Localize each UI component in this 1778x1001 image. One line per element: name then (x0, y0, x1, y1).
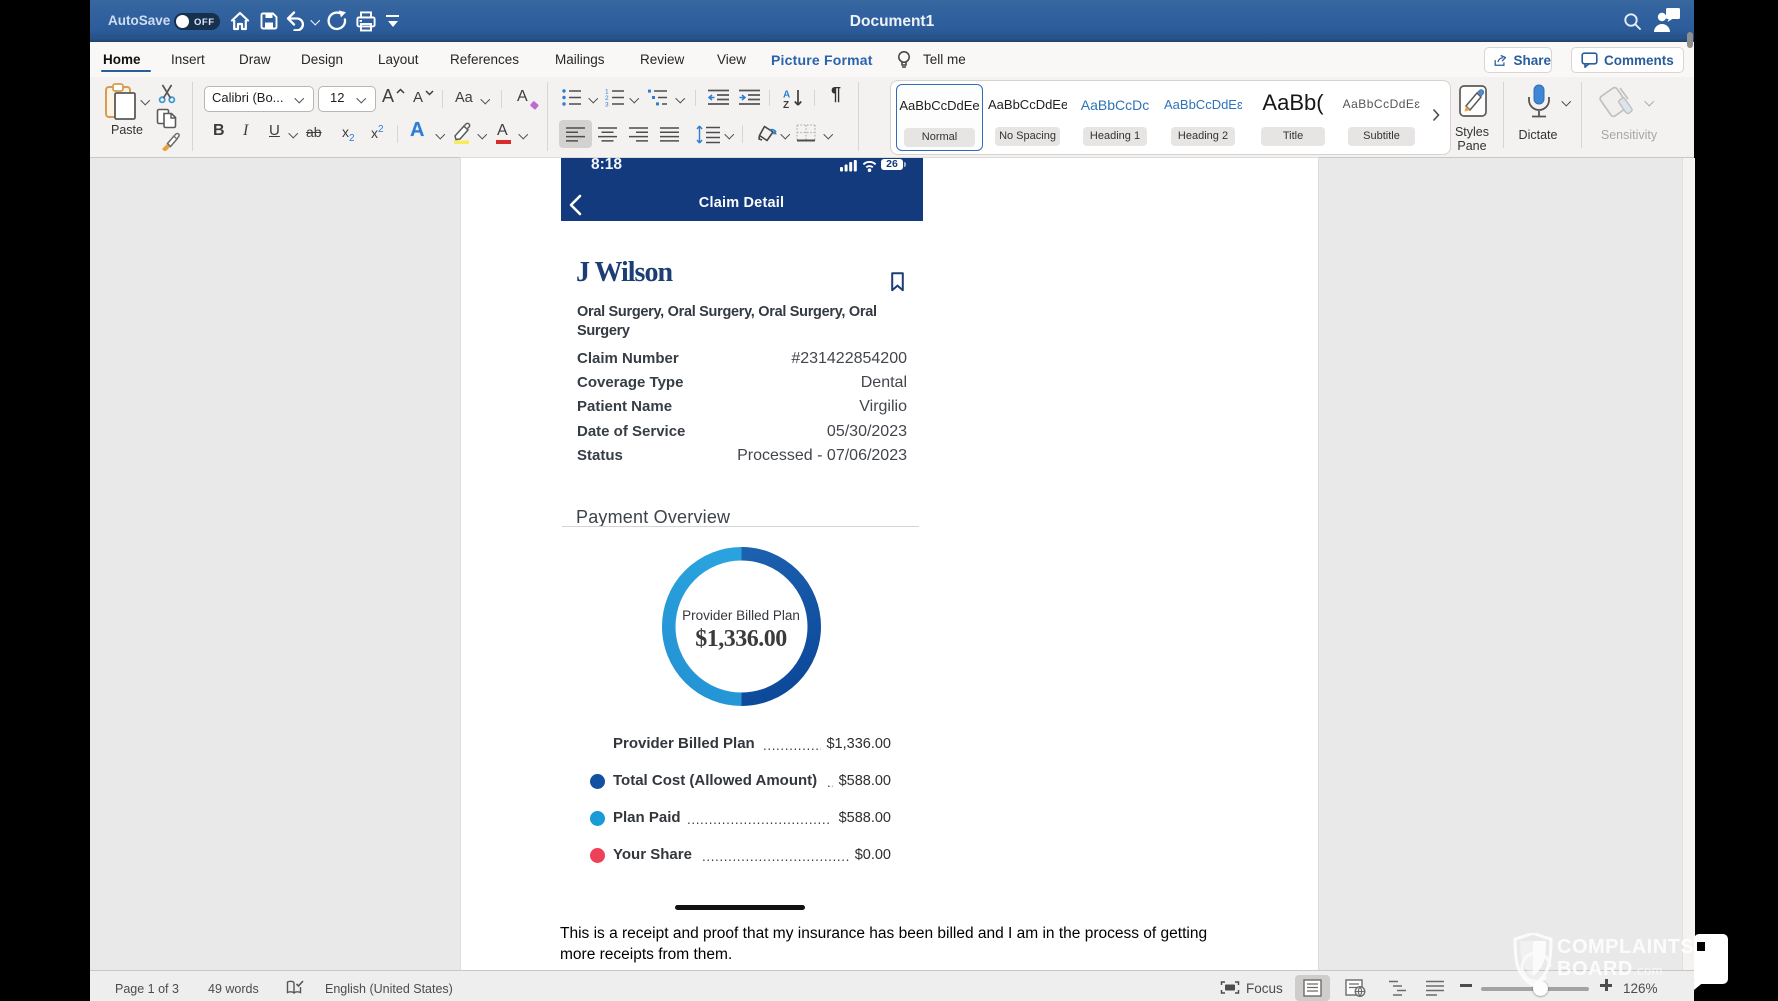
svg-text:A: A (783, 90, 790, 101)
svg-text:3: 3 (605, 102, 609, 108)
svg-text:Z: Z (783, 100, 789, 109)
